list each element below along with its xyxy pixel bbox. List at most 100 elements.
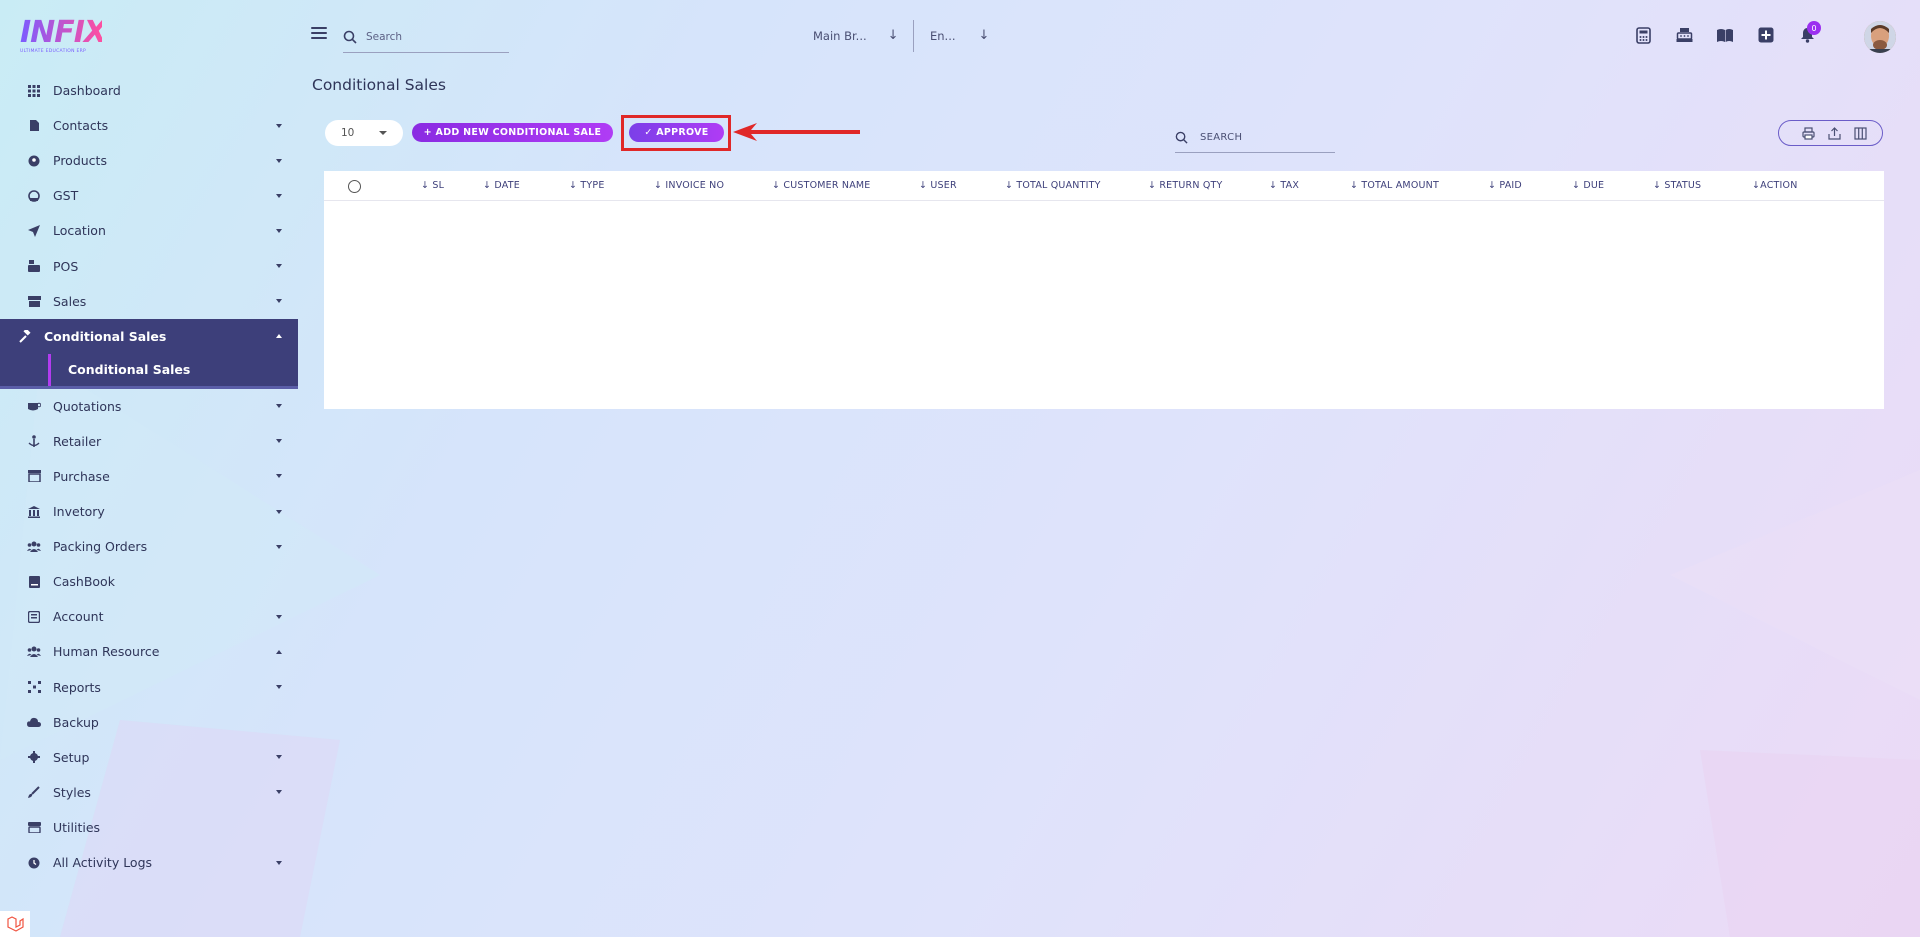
sidebar-item-pos[interactable]: POS — [0, 248, 298, 283]
column-header[interactable]: ↓ TOTAL AMOUNT — [1350, 180, 1439, 191]
caret-up-icon — [276, 649, 282, 654]
select-all-checkbox[interactable] — [348, 180, 361, 193]
sidebar-item-label: Styles — [53, 784, 91, 800]
sidebar-item-label: Setup — [53, 749, 90, 765]
quotation-icon — [27, 399, 41, 413]
column-header[interactable]: ↓ TAX — [1269, 180, 1299, 191]
page-size-value: 10 — [341, 127, 355, 139]
column-header[interactable]: ↓ACTION — [1752, 180, 1798, 191]
caret-down-icon — [276, 755, 282, 760]
sidebar-item-contacts[interactable]: Contacts — [0, 108, 298, 143]
column-header[interactable]: ↓ USER — [919, 180, 957, 191]
table-search — [1175, 123, 1335, 153]
sidebar-item-label: Sales — [53, 293, 87, 309]
brand-logo[interactable]: INFIX ULTIMATE EDUCATION ERP — [20, 18, 107, 56]
caret-down-icon — [276, 544, 282, 549]
grid-icon — [27, 84, 41, 98]
column-header[interactable]: ↓ CUSTOMER NAME — [772, 180, 871, 191]
cashbook-icon — [27, 575, 41, 589]
export-icon[interactable] — [1827, 126, 1841, 140]
column-header[interactable]: ↓ DATE — [483, 180, 520, 191]
sidebar-item-sales[interactable]: Sales — [0, 284, 298, 319]
caret-down-icon — [276, 790, 282, 795]
sidebar-item-label: CashBook — [53, 574, 115, 590]
search-icon — [1175, 131, 1188, 144]
sidebar-item-conditional-sales[interactable]: Conditional Sales — [0, 318, 298, 354]
table-search-input[interactable] — [1200, 132, 1320, 143]
columns-icon[interactable] — [1853, 126, 1867, 140]
sidebar-item-cashbook[interactable]: CashBook — [0, 564, 298, 599]
sidebar-item-label: POS — [53, 258, 79, 274]
caret-down-icon — [276, 474, 282, 479]
caret-down-icon — [276, 299, 282, 304]
location-icon — [27, 224, 41, 238]
sidebar-item-location[interactable]: Location — [0, 213, 298, 248]
sidebar-item-utilities[interactable]: Utilities — [0, 810, 298, 845]
sidebar-item-invetory[interactable]: Invetory — [0, 494, 298, 529]
top-search-input[interactable] — [366, 31, 496, 43]
language-label: En... — [930, 28, 956, 43]
column-header[interactable]: ↓ TYPE — [569, 180, 605, 191]
hamburger-menu-icon[interactable] — [311, 27, 327, 41]
bell-icon[interactable]: 0 — [1798, 21, 1821, 44]
sidebar-item-label: Products — [53, 153, 107, 169]
column-header[interactable]: ↓ STATUS — [1653, 180, 1701, 191]
caret-down-icon — [276, 439, 282, 444]
notification-badge: 0 — [1807, 21, 1821, 35]
sidebar-subitem-conditional-sales[interactable]: Conditional Sales — [0, 353, 298, 389]
topbar-divider — [913, 20, 914, 52]
column-header[interactable]: ↓ INVOICE NO — [654, 180, 724, 191]
sidebar-item-label: All Activity Logs — [53, 855, 153, 871]
approve-highlight-box — [621, 115, 731, 151]
account-icon — [27, 610, 41, 624]
sidebar-item-products[interactable]: Products — [0, 143, 298, 178]
search-icon — [343, 30, 357, 44]
sidebar-item-label: Packing Orders — [53, 539, 148, 555]
sidebar-item-packing-orders[interactable]: Packing Orders — [0, 529, 298, 564]
caret-down-icon — [276, 158, 282, 163]
branch-select[interactable]: Main Br... ↓ — [813, 28, 899, 43]
caret-down-icon — [379, 131, 387, 135]
contact-icon — [27, 119, 41, 133]
sidebar-item-quotations[interactable]: Quotations — [0, 389, 298, 424]
purchase-icon — [27, 469, 41, 483]
cash-register-icon[interactable] — [1675, 26, 1693, 44]
sidebar-item-account[interactable]: Account — [0, 599, 298, 634]
caret-down-icon — [276, 860, 282, 865]
page-size-select[interactable]: 10 — [325, 120, 403, 146]
sidebar-item-all-activity-logs[interactable]: All Activity Logs — [0, 845, 298, 880]
table-tools — [1778, 120, 1883, 146]
calculator-icon[interactable] — [1634, 26, 1652, 44]
users-icon — [27, 540, 41, 554]
column-header[interactable]: ↓ TOTAL QUANTITY — [1005, 180, 1101, 191]
sidebar-item-gst[interactable]: GST — [0, 178, 298, 213]
pos-icon — [27, 259, 41, 273]
sidebar-item-label: Purchase — [53, 468, 110, 484]
print-icon[interactable] — [1801, 126, 1815, 140]
sidebar-item-setup[interactable]: Setup — [0, 740, 298, 775]
avatar[interactable] — [1864, 21, 1896, 53]
sidebar-item-retailer[interactable]: Retailer — [0, 424, 298, 459]
sidebar-item-label: Invetory — [53, 504, 105, 520]
sidebar-item-human-resource[interactable]: Human Resource — [0, 634, 298, 669]
column-header[interactable]: ↓ PAID — [1488, 180, 1522, 191]
sidebar-item-label: Location — [53, 223, 106, 239]
laravel-icon[interactable] — [0, 911, 30, 937]
clock-icon — [27, 856, 41, 870]
column-header[interactable]: ↓ SL — [421, 180, 444, 191]
plus-square-icon[interactable] — [1757, 26, 1775, 44]
column-header[interactable]: ↓ RETURN QTY — [1148, 180, 1223, 191]
sidebar-item-reports[interactable]: Reports — [0, 670, 298, 705]
sidebar-item-label: Dashboard — [53, 83, 121, 99]
sidebar-item-backup[interactable]: Backup — [0, 705, 298, 740]
sidebar-item-styles[interactable]: Styles — [0, 775, 298, 810]
column-header[interactable]: ↓ DUE — [1572, 180, 1604, 191]
add-conditional-sale-button[interactable]: + ADD NEW CONDITIONAL SALE — [412, 123, 613, 142]
sidebar-item-label: Human Resource — [53, 644, 160, 660]
sidebar-item-dashboard[interactable]: Dashboard — [0, 73, 298, 108]
book-icon[interactable] — [1716, 26, 1734, 44]
language-select[interactable]: En... ↓ — [930, 28, 989, 43]
sidebar-item-label: Quotations — [53, 398, 122, 414]
sidebar-item-purchase[interactable]: Purchase — [0, 459, 298, 494]
sidebar-nav: Dashboard Contacts Products GST Location POS S… — [0, 73, 298, 880]
